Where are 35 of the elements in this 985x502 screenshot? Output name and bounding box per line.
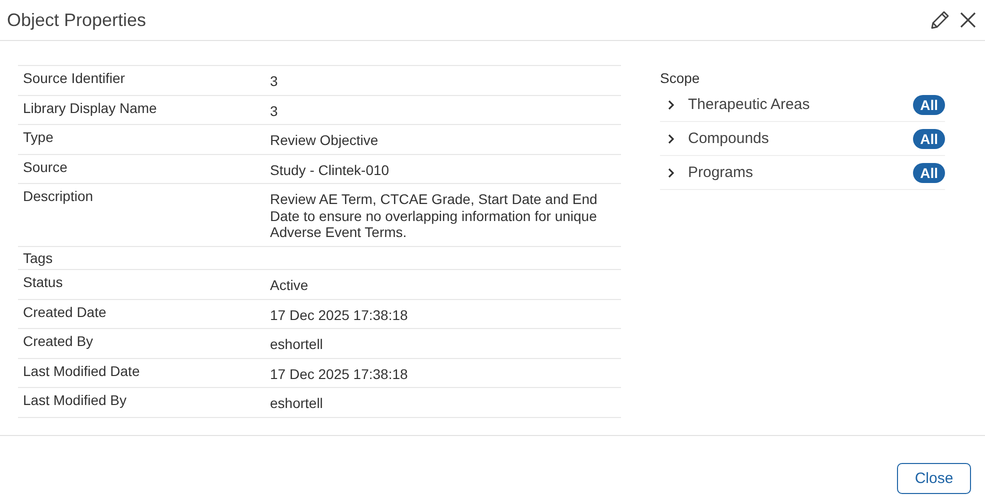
tree-item[interactable]: Programs All bbox=[660, 156, 945, 190]
property-label: Library Display Name bbox=[23, 100, 158, 118]
count-badge: All bbox=[913, 128, 945, 148]
tree-item-label: Compounds bbox=[688, 130, 770, 147]
tree-item-label: Programs bbox=[688, 164, 754, 181]
property-value: Active bbox=[270, 276, 310, 294]
property-value: 3 bbox=[270, 72, 279, 90]
property-label: Description bbox=[23, 188, 94, 206]
property-value: eshortell bbox=[270, 394, 324, 412]
property-label: Type bbox=[23, 129, 54, 147]
property-label: Source bbox=[23, 158, 68, 176]
property-value: 17 Dec 2025 17:38:18 bbox=[270, 306, 409, 323]
close-button[interactable]: Close bbox=[897, 463, 971, 494]
property-value: 17 Dec 2025 17:38:18 bbox=[270, 364, 409, 382]
property-label: Status bbox=[23, 274, 64, 292]
property-label: Last Modified Date bbox=[23, 362, 141, 380]
property-label: Last Modified By bbox=[23, 392, 128, 410]
property-value: 3 bbox=[270, 102, 279, 119]
count-badge: All bbox=[913, 162, 945, 182]
property-label: Created By bbox=[23, 333, 94, 351]
tree-item[interactable]: Compounds All bbox=[660, 122, 945, 156]
property-value: Review AE Term, CTCAE Grade, Start Date and End Date to ensure no overlapping information for unique Adverse Event Terms. bbox=[270, 190, 598, 240]
dialog-title: Object Properties bbox=[7, 10, 146, 30]
property-value: eshortell bbox=[270, 335, 324, 352]
property-label: Source Identifier bbox=[23, 70, 126, 88]
tree-item[interactable]: Therapeutic Areas All bbox=[660, 88, 945, 122]
property-label: Created Date bbox=[23, 304, 108, 322]
property-value: Study - Clintek-010 bbox=[270, 160, 390, 178]
section-title: Scope bbox=[660, 70, 701, 86]
close-icon[interactable] bbox=[959, 11, 977, 29]
tree-item-label: Therapeutic Areas bbox=[688, 96, 811, 113]
pencil-icon[interactable] bbox=[929, 9, 951, 31]
property-label: Tags bbox=[23, 250, 54, 266]
count-badge: All bbox=[913, 94, 945, 114]
property-value: Review Objective bbox=[270, 131, 380, 148]
